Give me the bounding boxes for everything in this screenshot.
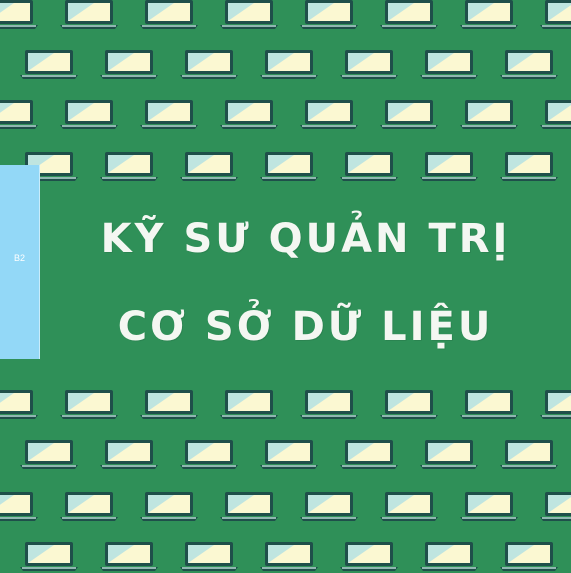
laptop-icon xyxy=(138,0,200,32)
laptop-icon xyxy=(138,98,200,132)
laptop-icon xyxy=(418,48,480,82)
laptop-icon xyxy=(0,388,40,422)
laptop-icon xyxy=(298,388,360,422)
laptop-icon xyxy=(378,388,440,422)
laptop-icon xyxy=(378,490,440,524)
laptop-icon xyxy=(338,438,400,472)
laptop-icon xyxy=(178,48,240,82)
title-line-2: CƠ SỞ DỮ LIỆU xyxy=(117,304,494,350)
laptop-icon xyxy=(258,150,320,184)
laptop-icon xyxy=(458,388,520,422)
laptop-icon xyxy=(258,48,320,82)
laptop-icon xyxy=(378,0,440,32)
laptop-icon xyxy=(418,150,480,184)
laptop-icon xyxy=(98,438,160,472)
laptop-icon xyxy=(218,98,280,132)
laptop-icon xyxy=(538,388,571,422)
laptop-icon xyxy=(218,490,280,524)
laptop-icon xyxy=(138,388,200,422)
laptop-icon xyxy=(218,0,280,32)
laptop-icon xyxy=(258,540,320,573)
laptop-icon xyxy=(98,150,160,184)
laptop-icon xyxy=(0,490,40,524)
laptop-icon xyxy=(338,540,400,573)
laptop-icon xyxy=(58,388,120,422)
side-tab[interactable]: B2 xyxy=(0,165,40,359)
title-line-1: KỸ SƯ QUẢN TRỊ xyxy=(100,216,511,262)
laptop-icon xyxy=(218,388,280,422)
laptop-icon xyxy=(298,0,360,32)
laptop-icon xyxy=(498,48,560,82)
laptop-icon xyxy=(498,540,560,573)
laptop-icon xyxy=(498,150,560,184)
laptop-icon xyxy=(458,98,520,132)
background-canvas: B2 KỸ SƯ QUẢN TRỊ CƠ SỞ DỮ LIỆU xyxy=(0,0,571,573)
side-tab-label: B2 xyxy=(13,253,25,263)
laptop-icon xyxy=(0,98,40,132)
laptop-icon xyxy=(458,490,520,524)
laptop-icon xyxy=(538,0,571,32)
laptop-icon xyxy=(178,150,240,184)
laptop-icon xyxy=(298,490,360,524)
laptop-icon xyxy=(178,438,240,472)
laptop-icon xyxy=(418,438,480,472)
laptop-icon xyxy=(58,98,120,132)
laptop-icon xyxy=(98,48,160,82)
laptop-icon xyxy=(298,98,360,132)
laptop-icon xyxy=(338,150,400,184)
laptop-icon xyxy=(378,98,440,132)
laptop-icon xyxy=(498,438,560,472)
laptop-icon xyxy=(58,490,120,524)
laptop-icon xyxy=(178,540,240,573)
laptop-icon xyxy=(18,540,80,573)
laptop-icon xyxy=(538,98,571,132)
laptop-icon xyxy=(0,0,40,32)
laptop-icon xyxy=(458,0,520,32)
laptop-icon xyxy=(58,0,120,32)
laptop-icon xyxy=(18,48,80,82)
laptop-icon xyxy=(18,438,80,472)
laptop-icon xyxy=(138,490,200,524)
laptop-icon xyxy=(338,48,400,82)
laptop-icon xyxy=(98,540,160,573)
laptop-icon xyxy=(538,490,571,524)
laptop-icon xyxy=(258,438,320,472)
laptop-icon xyxy=(418,540,480,573)
